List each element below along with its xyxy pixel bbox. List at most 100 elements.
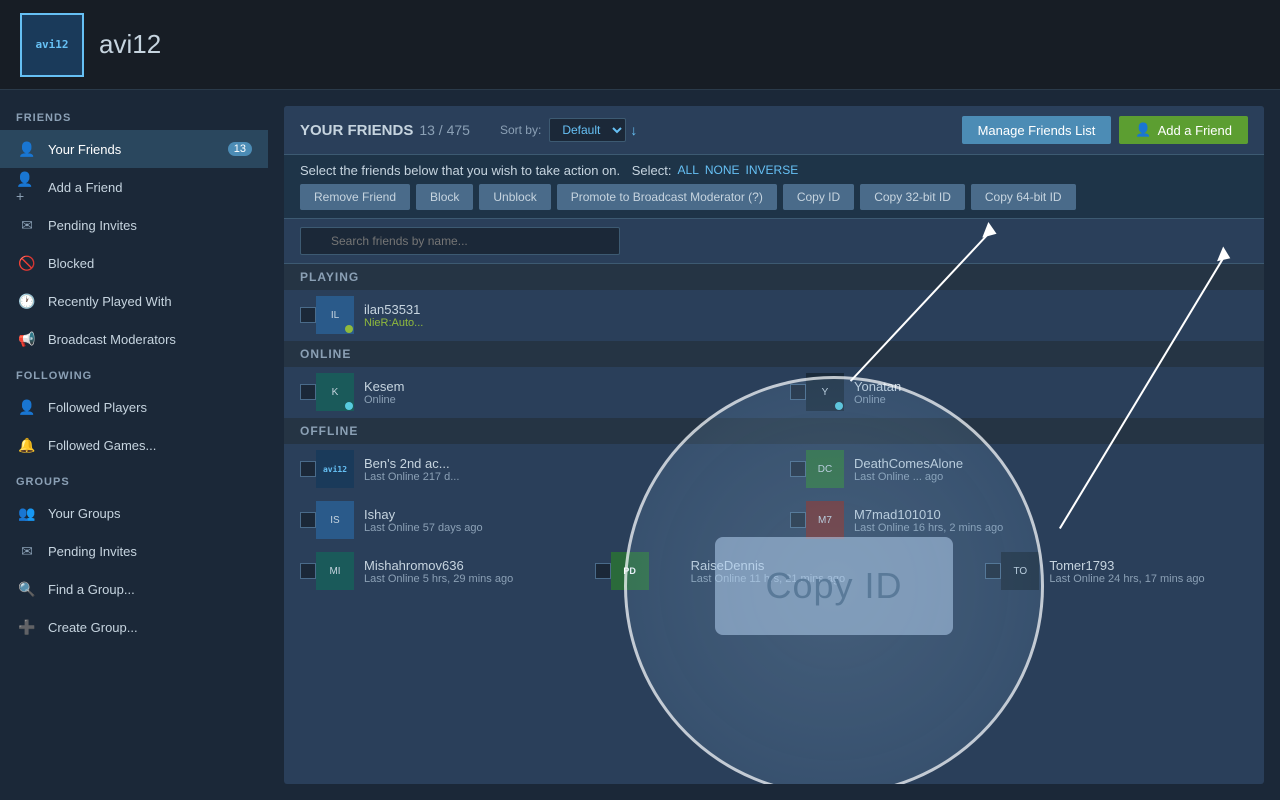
friend-status-ilan: NieR:Auto... [364,317,1248,329]
friend-name-kesem: Kesem [364,379,758,394]
select-all-link[interactable]: ALL [678,163,699,178]
sidebar-item-create-group[interactable]: ➕ Create Group... [0,608,268,646]
friend-row-misha[interactable]: MI Mishahromov636 Last Online 5 hrs, 29 … [284,546,579,597]
find-group-icon: 🔍 [16,578,38,600]
sidebar-label-pending: Pending Invites [48,218,137,233]
friend-row-playing-1[interactable]: IL ilan53531 NieR:Auto... [284,290,1264,341]
friends-panel-title: YOUR FRIENDS [300,122,413,139]
friend-name-deathcomes: DeathComesAlone [854,456,1248,471]
sidebar-label-followed-players: Followed Players [48,400,147,415]
unblock-button[interactable]: Unblock [479,184,550,210]
add-friend-icon: 👤+ [16,176,38,198]
friend-avatar-misha: MI [316,552,354,590]
friend-avatar-ilan: IL [316,296,354,334]
playing-status-dot [345,325,353,333]
friend-avatar-m7mad: M7 [806,501,844,539]
friend-status-kesem: Online [364,394,758,406]
search-input[interactable] [300,227,620,255]
sidebar-item-recently-played[interactable]: 🕐 Recently Played With [0,282,268,320]
content-area: YOUR FRIENDS 13 / 475 Sort by: Default ↓… [268,90,1280,800]
friend-name-ilan: ilan53531 [364,302,1248,317]
friend-checkbox-yonatan[interactable] [790,384,806,400]
search-wrapper: 🔍 [300,227,620,255]
recently-played-icon: 🕐 [16,290,38,312]
friend-row-raise-dennis-avatar[interactable]: PD [579,546,675,597]
friend-checkbox-misha[interactable] [300,563,316,579]
friend-row-bens[interactable]: avi12 Ben's 2nd ac... Last Online 217 d.… [284,444,774,495]
add-friend-icon-btn: 👤 [1135,122,1151,138]
offline-section-header: OFFLINE [284,418,1264,444]
action-buttons-group: Remove Friend Block Unblock Promote to B… [300,184,1248,210]
add-friend-button[interactable]: 👤 Add a Friend [1119,116,1248,144]
copy-32bit-button[interactable]: Copy 32-bit ID [860,184,965,210]
sidebar-item-followed-games[interactable]: 🔔 Followed Games... [0,426,268,464]
friend-info-kesem: Kesem Online [364,379,758,406]
header: avi12 avi12 [0,0,1280,90]
friend-checkbox-deathcomes[interactable] [790,461,806,477]
friend-info-m7mad: M7mad101010 Last Online 16 hrs, 2 mins a… [854,507,1248,534]
search-bar: 🔍 [284,219,1264,264]
friends-header: YOUR FRIENDS 13 / 475 Sort by: Default ↓… [284,106,1264,155]
friend-name-misha: Mishahromov636 [364,558,563,573]
block-button[interactable]: Block [416,184,473,210]
sidebar-item-your-groups[interactable]: 👥 Your Groups [0,494,268,532]
copy-id-button[interactable]: Copy ID [783,184,854,210]
sidebar-item-your-friends[interactable]: 👤 Your Friends 13 [0,130,268,168]
friend-avatar-kesem: K [316,373,354,411]
online-status-dot-yonatan [835,402,843,410]
pending-icon: ✉ [16,214,38,236]
friend-row-ishay[interactable]: IS Ishay Last Online 57 days ago [284,495,774,546]
sidebar: FRIENDS 👤 Your Friends 13 👤+ Add a Frien… [0,90,268,800]
friend-status-ishay: Last Online 57 days ago [364,522,758,534]
sidebar-item-pending-invites[interactable]: ✉ Pending Invites [0,206,268,244]
online-friends-row: K Kesem Online Y [284,367,1264,418]
promote-broadcast-button[interactable]: Promote to Broadcast Moderator (?) [557,184,777,210]
friends-icon: 👤 [16,138,38,160]
select-inverse-link[interactable]: INVERSE [746,163,799,178]
sidebar-item-find-group[interactable]: 🔍 Find a Group... [0,570,268,608]
friend-checkbox-playing-1[interactable] [300,307,316,323]
online-status-dot-kesem [345,402,353,410]
friend-checkbox-m7mad[interactable] [790,512,806,528]
friends-list: PLAYING IL ilan53531 NieR:Auto... ONLINE [284,264,1264,762]
manage-friends-button[interactable]: Manage Friends List [962,116,1112,144]
blocked-icon: 🚫 [16,252,38,274]
groups-section-label: GROUPS [0,464,268,494]
friend-row-raise-dennis[interactable]: RaiseDennis Last Online 11 hrs, 21 mins … [675,546,970,597]
friends-count: 13 / 475 [419,122,470,138]
sidebar-label-add-friend: Add a Friend [48,180,122,195]
remove-friend-button[interactable]: Remove Friend [300,184,410,210]
copy-64bit-button[interactable]: Copy 64-bit ID [971,184,1076,210]
friend-row-deathcomes[interactable]: DC DeathComesAlone Last Online ... ago [774,444,1264,495]
friend-avatar-ishay: IS [316,501,354,539]
friend-avatar-bens: avi12 [316,450,354,488]
sidebar-label-create-group: Create Group... [48,620,138,635]
friend-row-yonatan[interactable]: Y Yonatan Online [774,367,1264,418]
friend-checkbox-kesem[interactable] [300,384,316,400]
sidebar-item-broadcast-mods[interactable]: 📢 Broadcast Moderators [0,320,268,358]
friend-checkbox-bens[interactable] [300,461,316,477]
followed-players-icon: 👤 [16,396,38,418]
friend-checkbox-ishay[interactable] [300,512,316,528]
friend-row-kesem[interactable]: K Kesem Online [284,367,774,418]
friend-avatar-yonatan: Y [806,373,844,411]
friend-status-tomer: Last Online 24 hrs, 17 mins ago [1049,573,1248,585]
header-username: avi12 [99,29,161,60]
sidebar-item-blocked[interactable]: 🚫 Blocked [0,244,268,282]
friend-checkbox-tomer[interactable] [985,563,1001,579]
sidebar-label-broadcast: Broadcast Moderators [48,332,176,347]
action-bar: Select the friends below that you wish t… [284,155,1264,219]
select-label: Select: [632,163,672,178]
sidebar-item-followed-players[interactable]: 👤 Followed Players [0,388,268,426]
friend-info-tomer: Tomer1793 Last Online 24 hrs, 17 mins ag… [1049,558,1248,585]
friend-row-tomer[interactable]: TO Tomer1793 Last Online 24 hrs, 17 mins… [969,546,1264,597]
friend-checkbox-raise[interactable] [595,563,611,579]
sidebar-item-groups-pending[interactable]: ✉ Pending Invites [0,532,268,570]
sort-select[interactable]: Default [549,118,626,142]
sort-direction-arrow[interactable]: ↓ [630,122,637,138]
friend-row-m7mad[interactable]: M7 M7mad101010 Last Online 16 hrs, 2 min… [774,495,1264,546]
friend-info-ishay: Ishay Last Online 57 days ago [364,507,758,534]
select-none-link[interactable]: NONE [705,163,740,178]
sidebar-item-add-friend[interactable]: 👤+ Add a Friend [0,168,268,206]
friend-info-yonatan: Yonatan Online [854,379,1248,406]
